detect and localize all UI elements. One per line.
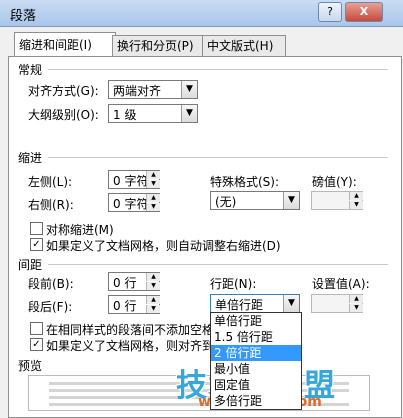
chevron-down-icon[interactable]: ▼ (283, 295, 299, 312)
left-indent-label: 左侧(L): (28, 175, 73, 189)
spin-up-icon[interactable]: ▲ (349, 192, 363, 200)
line-spacing-option[interactable]: 固定值 (211, 377, 301, 393)
spacing-separator (48, 264, 388, 265)
title-bar (0, 0, 403, 27)
general-separator (48, 69, 388, 70)
spin-down-icon[interactable]: ▼ (146, 305, 160, 313)
preview-heading: 预览 (18, 359, 43, 373)
indent-heading: 缩进 (18, 151, 43, 165)
auto-adjust-right-checkbox[interactable]: ✓ (30, 238, 43, 251)
tab-line-page-breaks[interactable]: 换行和分页(P) (112, 35, 206, 56)
space-after-spinner[interactable]: 0 行 ▲ ▼ (108, 295, 160, 314)
tab-indent-spacing[interactable]: 缩进和间距(I) (14, 32, 116, 57)
spin-up-icon[interactable]: ▲ (146, 194, 160, 202)
snap-to-grid-checkbox[interactable]: ✓ (30, 338, 43, 351)
spin-down-icon[interactable]: ▼ (146, 203, 160, 211)
no-space-same-style-checkbox[interactable] (30, 322, 43, 335)
right-indent-label: 右侧(R): (28, 198, 74, 212)
spacing-at-label: 设置值(A): (312, 277, 370, 291)
space-after-label: 段后(F): (28, 300, 73, 314)
chevron-down-icon[interactable]: ▼ (181, 105, 197, 122)
tab-asian-typography[interactable]: 中文版式(H) (202, 35, 286, 56)
snap-to-grid-label: 如果定义了文档网格，则对齐到 (46, 339, 215, 353)
window-title: 段落 (10, 9, 37, 24)
line-spacing-option[interactable]: 单倍行距 (211, 313, 301, 329)
line-spacing-option[interactable]: 多倍行距 (211, 393, 301, 409)
auto-adjust-right-label: 如果定义了文档网格，则自动调整右缩进(D) (46, 239, 281, 253)
spin-up-icon[interactable]: ▲ (146, 273, 160, 281)
chevron-down-icon[interactable]: ▼ (181, 81, 197, 98)
right-indent-value: 0 字符 (113, 197, 149, 211)
indent-by-spinner[interactable]: ▲ ▼ (311, 191, 363, 210)
mirror-indents-checkbox[interactable] (30, 222, 43, 235)
spin-up-icon[interactable]: ▲ (146, 296, 160, 304)
line-spacing-option[interactable]: 2 倍行距 (211, 345, 301, 361)
space-before-label: 段前(B): (28, 277, 74, 291)
line-spacing-label: 行距(N): (210, 277, 257, 291)
help-button[interactable]: ? (318, 2, 342, 22)
space-before-value: 0 行 (113, 276, 137, 290)
alignment-value: 两端对齐 (113, 84, 162, 98)
chevron-down-icon[interactable]: ▼ (283, 192, 299, 209)
spacing-at-spinner[interactable]: ▲ ▼ (311, 294, 363, 313)
spin-down-icon[interactable]: ▼ (146, 180, 160, 188)
line-spacing-option[interactable]: 1.5 倍行距 (211, 329, 301, 345)
left-indent-value: 0 字符 (113, 174, 149, 188)
spin-up-icon[interactable]: ▲ (146, 171, 160, 179)
line-spacing-value: 单倍行距 (215, 298, 264, 312)
close-button[interactable]: X (345, 2, 383, 22)
spacing-heading: 间距 (18, 258, 43, 272)
indent-separator (48, 157, 388, 158)
alignment-label: 对齐方式(G): (28, 84, 99, 98)
space-before-spinner[interactable]: 0 行 ▲ ▼ (108, 272, 160, 291)
spin-down-icon[interactable]: ▼ (349, 201, 363, 209)
no-space-same-style-label: 在相同样式的段落间不添加空格 (46, 323, 215, 337)
spin-down-icon[interactable]: ▼ (146, 282, 160, 290)
line-spacing-dropdown[interactable]: 单倍行距 ▼ (210, 294, 300, 313)
line-spacing-list[interactable]: 单倍行距 1.5 倍行距 2 倍行距 最小值 固定值 多倍行距 (210, 312, 302, 410)
outline-level-label: 大纲级别(O): (28, 108, 99, 122)
indent-by-label: 磅值(Y): (312, 175, 357, 189)
special-format-dropdown[interactable]: (无) ▼ (210, 191, 300, 210)
outline-level-value: 1 级 (113, 108, 137, 122)
spin-down-icon[interactable]: ▼ (349, 304, 363, 312)
alignment-dropdown[interactable]: 两端对齐 ▼ (108, 80, 198, 99)
left-indent-spinner[interactable]: 0 字符 ▲ ▼ (108, 170, 160, 189)
special-format-value: (无) (215, 195, 237, 209)
line-spacing-option[interactable]: 最小值 (211, 361, 301, 377)
special-format-label: 特殊格式(S): (210, 175, 280, 189)
space-after-value: 0 行 (113, 299, 137, 313)
outline-level-dropdown[interactable]: 1 级 ▼ (108, 104, 198, 123)
spin-up-icon[interactable]: ▲ (349, 295, 363, 303)
general-heading: 常规 (18, 63, 43, 77)
right-indent-spinner[interactable]: 0 字符 ▲ ▼ (108, 193, 160, 212)
mirror-indents-label: 对称缩进(M) (46, 223, 114, 237)
